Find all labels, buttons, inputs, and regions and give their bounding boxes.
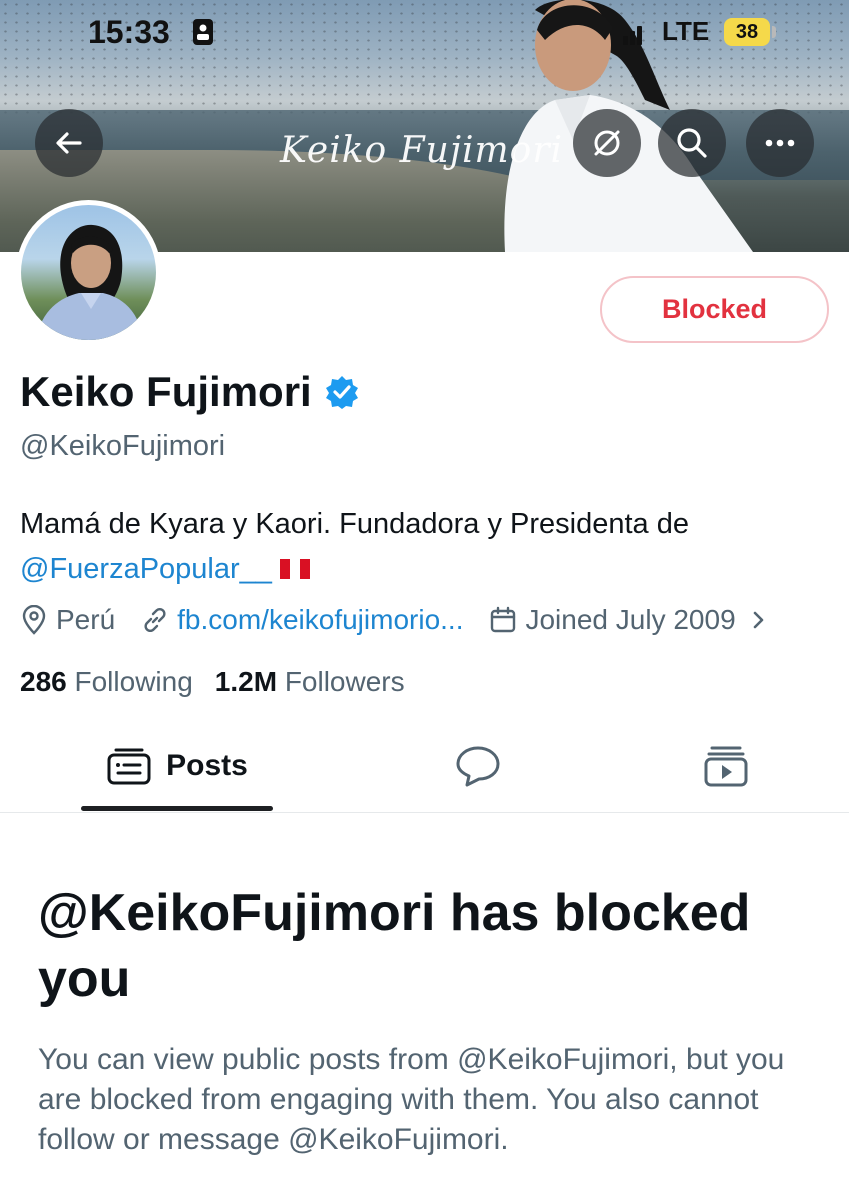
profile-name-row: Keiko Fujimori bbox=[20, 368, 360, 416]
following-label: Following bbox=[74, 666, 193, 697]
translate-button[interactable] bbox=[573, 109, 641, 177]
website-item[interactable]: fb.com/keikofujimorio... bbox=[141, 604, 463, 636]
tab-posts-label: Posts bbox=[166, 749, 248, 782]
peru-flag-icon bbox=[279, 559, 310, 579]
blocked-notice-description: You can view public posts from @KeikoFuj… bbox=[38, 1043, 785, 1156]
verified-badge-icon[interactable] bbox=[324, 374, 360, 410]
chevron-right-icon[interactable] bbox=[750, 608, 768, 632]
more-options-button[interactable] bbox=[746, 109, 814, 177]
following-count: 286 bbox=[20, 666, 67, 697]
profile-meta: Perú fb.com/keikofujimorio... Joined Jul… bbox=[20, 604, 794, 636]
banner-signature: Keiko Fujimori bbox=[280, 130, 564, 171]
active-tab-indicator bbox=[81, 806, 273, 811]
video-collection-icon bbox=[704, 746, 748, 787]
tab-posts[interactable]: Posts bbox=[81, 720, 273, 812]
search-icon bbox=[677, 128, 707, 158]
posts-icon bbox=[107, 748, 151, 785]
calendar-icon bbox=[491, 606, 516, 633]
location-text: Perú bbox=[56, 604, 116, 635]
tab-replies[interactable] bbox=[440, 720, 516, 812]
search-button[interactable] bbox=[658, 109, 726, 177]
profile-handle: @KeikoFujimori bbox=[20, 430, 226, 462]
battery-level: 38 bbox=[724, 18, 770, 46]
profile-avatar[interactable] bbox=[16, 200, 161, 345]
followers-link[interactable]: 1.2M Followers bbox=[215, 666, 405, 698]
profile-bio: Mamá de Kyara y Kaori. Fundadora y Presi… bbox=[20, 502, 820, 592]
joined-item: Joined July 2009 bbox=[489, 604, 767, 636]
tab-media[interactable] bbox=[688, 720, 764, 812]
avatar-person-image bbox=[36, 224, 143, 340]
blocked-button[interactable]: Blocked bbox=[600, 276, 829, 343]
followers-count: 1.2M bbox=[214, 666, 278, 697]
battery-tip bbox=[772, 26, 776, 38]
avatar-photo bbox=[21, 205, 156, 340]
bio-mention-link[interactable]: @FuerzaPopular__ bbox=[20, 553, 272, 585]
following-link[interactable]: 286 Following bbox=[20, 666, 193, 698]
joined-text: Joined July 2009 bbox=[525, 604, 736, 635]
bio-text: Mamá de Kyara y Kaori. Fundadora y Presi… bbox=[20, 508, 689, 540]
slash-circle-icon bbox=[594, 130, 620, 156]
reply-bubble-icon bbox=[456, 746, 500, 787]
profile-name: Keiko Fujimori bbox=[20, 368, 312, 415]
followers-label: Followers bbox=[284, 666, 405, 697]
website-link[interactable]: fb.com/keikofujimorio... bbox=[177, 604, 463, 636]
link-icon bbox=[144, 607, 166, 633]
back-button[interactable] bbox=[35, 109, 103, 177]
status-bar: 15:33 LTE 38 bbox=[0, 0, 849, 64]
focus-mode-icon bbox=[193, 19, 213, 45]
location-pin-icon bbox=[22, 605, 46, 635]
follow-counts: 286 Following 1.2M Followers bbox=[20, 666, 405, 698]
profile-tabs: Posts bbox=[0, 720, 849, 813]
location-item: Perú bbox=[20, 604, 115, 636]
arrow-left-icon bbox=[56, 132, 82, 154]
cellular-signal-icon bbox=[623, 26, 642, 45]
status-time: 15:33 bbox=[88, 14, 170, 50]
more-horizontal-icon bbox=[765, 139, 795, 147]
network-type: LTE bbox=[662, 16, 710, 46]
blocked-notice-title: @KeikoFujimori has blocked you bbox=[38, 884, 751, 1008]
